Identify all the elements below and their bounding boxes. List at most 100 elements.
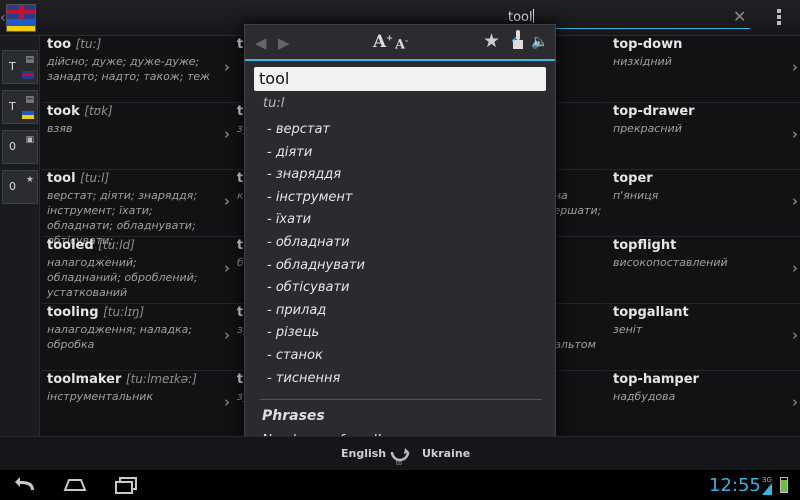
meaning-item: - інструмент [267, 189, 353, 205]
meaning-item: - тиснення [267, 370, 341, 386]
word-entry[interactable]: too [tu:] дійсно; дуже; дуже-дуже; занадт… [42, 36, 232, 103]
translation-popup: ◀ ▶ A+ A- ★ 🔈 tool tu:l - верстат - діяти… [244, 24, 556, 446]
chevron-right-icon: › [224, 58, 230, 76]
overflow-menu-icon[interactable] [776, 8, 782, 28]
entry-definition: надбудова [613, 390, 676, 403]
recent-apps-icon[interactable] [114, 474, 140, 496]
chevron-right-icon: › [792, 125, 798, 143]
source-language[interactable]: English [341, 447, 386, 460]
entry-word: toolmaker [tu:lmeɪkə:] [47, 372, 197, 387]
popup-transcription: tu:l [263, 96, 285, 111]
word-entry[interactable]: topflight високопоставлений › [608, 237, 800, 304]
swap-label: to [396, 460, 403, 467]
entry-word: toper [613, 171, 653, 186]
entry-definition: налагодження; наладка; обробка [47, 323, 193, 351]
entry-word: top-down [613, 37, 683, 52]
entry-definition: дійсно; дуже; дуже-дуже; занадто; надто;… [47, 55, 211, 83]
meaning-item: - прилад [267, 302, 327, 318]
chevron-right-icon: › [792, 192, 798, 210]
meaning-item: - обладнати [267, 234, 350, 250]
entry-word: took [tʊk] [47, 104, 113, 119]
uk-ua-flag-icon[interactable] [6, 4, 36, 32]
font-increase-icon[interactable]: A+ [373, 32, 393, 52]
word-column: top-down низхідний › top-drawer прекрасний… [608, 36, 800, 438]
target-language[interactable]: Ukraine [422, 447, 470, 460]
chevron-right-icon: › [792, 259, 798, 277]
meanings-list: - верстат - діяти - знаряддя - інструмент - … [267, 122, 537, 393]
history-count: 0 [9, 140, 16, 153]
book-icon: ▤ [25, 55, 34, 65]
search-input-text: tool [508, 10, 533, 25]
entry-word: topgallant [613, 305, 689, 320]
entry-transcription: [tu:ld] [98, 238, 135, 252]
word-entry[interactable]: topgallant зеніт › [608, 304, 800, 371]
word-entry[interactable]: toper п'яниця › [608, 170, 800, 237]
history-icon: ▣ [25, 135, 34, 145]
word-entry[interactable]: top-hamper надбудова › [608, 371, 800, 438]
back-icon[interactable] [14, 474, 38, 496]
word-entry[interactable]: top-down низхідний › [608, 36, 800, 103]
entry-transcription: [tu:lɪŋ] [103, 305, 145, 319]
popup-toolbar: ◀ ▶ A+ A- ★ 🔈 [245, 25, 555, 61]
popup-word-field[interactable]: tool [254, 67, 546, 91]
system-nav-bar: 12:55 3G [0, 470, 800, 500]
entry-definition: взяв [47, 122, 73, 135]
entry-word: tooling [tu:lɪŋ] [47, 305, 145, 320]
chevron-right-icon: › [792, 393, 798, 411]
meaning-item: - знаряддя [267, 167, 342, 183]
entry-word: too [tu:] [47, 37, 102, 52]
tab-english[interactable]: T ▤ [2, 50, 38, 84]
sound-icon[interactable]: 🔈 [531, 34, 548, 50]
chevron-right-icon: › [224, 326, 230, 344]
meaning-item: - обтісувати [267, 280, 350, 296]
home-icon[interactable] [63, 474, 87, 496]
meaning-item: - їхати [267, 212, 312, 228]
meaning-item: - обладнувати [267, 257, 365, 273]
meaning-item: - верстат [267, 122, 330, 137]
word-entry[interactable]: tooling [tu:lɪŋ] налагодження; наладка; о… [42, 304, 232, 371]
chevron-right-icon: › [224, 125, 230, 143]
meaning-item: - діяти [267, 144, 313, 160]
close-icon[interactable]: ✕ [733, 7, 746, 26]
touch-icon[interactable] [511, 29, 525, 51]
tab-history[interactable]: 0 ▣ [2, 130, 38, 164]
entry-word: topflight [613, 238, 677, 253]
phrases-heading: Phrases [262, 408, 325, 424]
meaning-item: - станок [267, 347, 323, 363]
entry-definition: інструментальник [47, 390, 154, 403]
entry-transcription: [tu:l] [80, 171, 110, 185]
word-entry[interactable]: took [tʊk] взяв › [42, 103, 232, 170]
entry-word: top-drawer [613, 104, 695, 119]
star-icon[interactable]: ★ [483, 30, 500, 52]
meaning-item: - різець [267, 325, 320, 341]
entry-transcription: [tu:] [75, 37, 102, 51]
star-icon: ★ [25, 175, 34, 185]
chevron-right-icon: › [224, 259, 230, 277]
tab-label: T [9, 100, 16, 113]
prev-icon[interactable]: ◀ [255, 34, 267, 52]
chevron-right-icon: › [224, 192, 230, 210]
chevron-right-icon: › [224, 393, 230, 411]
word-entry[interactable]: tooled [tu:ld] налагоджений; обладнаний; … [42, 237, 232, 304]
next-icon[interactable]: ▶ [278, 34, 290, 52]
favorites-count: 0 [9, 180, 16, 193]
divider [260, 399, 542, 400]
word-entry[interactable]: top-drawer прекрасний › [608, 103, 800, 170]
word-entry[interactable]: tool [tu:l] верстат; діяти; знаряддя; інс… [42, 170, 232, 247]
entry-transcription: [tʊk] [84, 104, 113, 118]
entry-definition: налагоджений; обладнаний; оброблений; ус… [47, 256, 198, 299]
battery-icon [780, 477, 788, 493]
tab-favorites[interactable]: 0 ★ [2, 170, 38, 204]
entry-word: top-hamper [613, 372, 699, 387]
clock: 12:55 [709, 475, 761, 496]
tab-rail: T ▤ T ▤ 0 ▣ 0 ★ [0, 36, 40, 436]
book-icon: ▤ [25, 95, 34, 105]
popup-word: tool [259, 69, 290, 88]
signal-icon [762, 483, 772, 495]
entry-word: tool [tu:l] [47, 171, 110, 186]
chevron-right-icon: › [792, 58, 798, 76]
font-decrease-icon[interactable]: A- [395, 36, 408, 52]
back-chevron-icon[interactable]: ‹ [0, 10, 6, 26]
word-entry[interactable]: toolmaker [tu:lmeɪkə:] інструментальник › [42, 371, 232, 438]
tab-ukrainian[interactable]: T ▤ [2, 90, 38, 124]
